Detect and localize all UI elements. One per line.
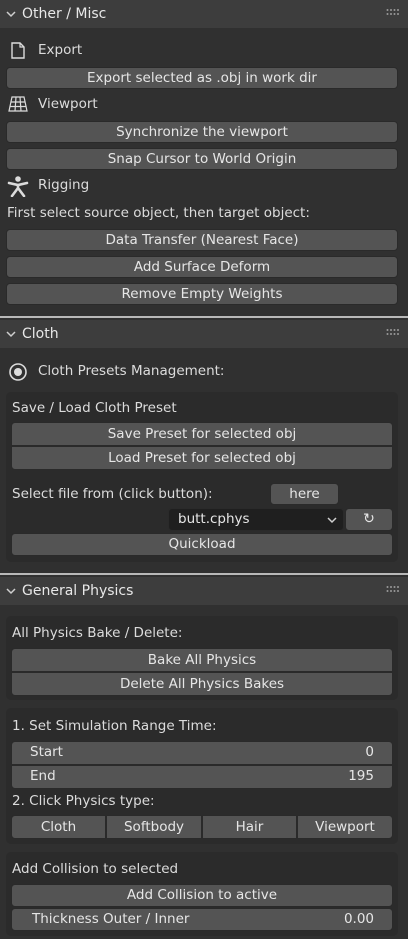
drag-grip-icon[interactable] xyxy=(386,8,400,18)
save-load-label: Save / Load Cloth Preset xyxy=(12,400,177,416)
panel-separator xyxy=(0,316,408,318)
start-value: 0 xyxy=(365,744,374,760)
chevron-down-icon[interactable] xyxy=(6,586,16,596)
radio-icon xyxy=(9,363,27,381)
save-preset-button[interactable]: Save Preset for selected obj xyxy=(11,422,393,446)
thickness-field[interactable]: Thickness Outer / Inner 0.00 xyxy=(11,908,393,931)
chevron-down-icon[interactable] xyxy=(6,9,16,19)
rigging-hint: First select source object, then target … xyxy=(7,205,310,221)
load-preset-button[interactable]: Load Preset for selected obj xyxy=(11,446,393,470)
export-label: Export xyxy=(38,42,83,58)
sync-viewport-button[interactable]: Synchronize the viewport xyxy=(6,121,398,143)
panel-title-cloth: Cloth xyxy=(22,326,59,342)
panel-title-physics: General Physics xyxy=(22,583,134,599)
panel-header-cloth[interactable]: Cloth xyxy=(0,320,408,348)
armature-icon xyxy=(7,176,29,197)
refresh-icon: ↻ xyxy=(363,511,375,527)
start-field[interactable]: Start 0 xyxy=(11,741,393,765)
type-label: 2. Click Physics type: xyxy=(12,793,155,809)
end-value: 195 xyxy=(348,768,374,784)
panel-header-physics[interactable]: General Physics xyxy=(0,577,408,605)
thickness-value: 0.00 xyxy=(343,911,374,927)
drag-grip-icon[interactable] xyxy=(386,328,400,338)
drag-grip-icon[interactable] xyxy=(386,585,400,595)
chevron-down-icon xyxy=(327,517,337,524)
snap-cursor-button[interactable]: Snap Cursor to World Origin xyxy=(6,148,398,170)
refresh-button[interactable]: ↻ xyxy=(345,508,393,531)
bake-all-button[interactable]: Bake All Physics xyxy=(11,648,393,672)
panel-title-misc: Other / Misc xyxy=(22,6,107,22)
document-icon xyxy=(11,42,25,59)
cloth-type-button[interactable]: Cloth xyxy=(11,815,106,839)
start-label: Start xyxy=(30,744,63,760)
viewport-label: Viewport xyxy=(38,96,98,112)
remove-empty-weights-button[interactable]: Remove Empty Weights xyxy=(6,283,398,305)
bake-delete-label: All Physics Bake / Delete: xyxy=(12,625,183,641)
range-label: 1. Set Simulation Range Time: xyxy=(12,718,217,734)
panel-separator xyxy=(0,573,408,575)
delete-bakes-button[interactable]: Delete All Physics Bakes xyxy=(11,672,393,696)
quickload-button[interactable]: Quickload xyxy=(11,533,393,556)
viewport-type-button[interactable]: Viewport xyxy=(297,815,393,839)
chevron-down-icon[interactable] xyxy=(6,329,16,339)
here-button[interactable]: here xyxy=(270,483,339,505)
file-select-value: butt.cphys xyxy=(178,511,250,527)
grid-icon xyxy=(8,96,28,112)
add-surface-deform-button[interactable]: Add Surface Deform xyxy=(6,256,398,278)
cloth-presets-label: Cloth Presets Management: xyxy=(38,363,225,379)
select-file-label: Select file from (click button): xyxy=(12,486,213,502)
thickness-label: Thickness Outer / Inner xyxy=(32,911,190,927)
softbody-type-button[interactable]: Softbody xyxy=(106,815,202,839)
end-label: End xyxy=(30,768,56,784)
hair-type-button[interactable]: Hair xyxy=(202,815,297,839)
file-select-dropdown[interactable]: butt.cphys xyxy=(168,508,344,531)
rigging-label: Rigging xyxy=(38,177,90,193)
collision-label: Add Collision to selected xyxy=(12,861,179,877)
data-transfer-button[interactable]: Data Transfer (Nearest Face) xyxy=(6,229,398,251)
end-field[interactable]: End 195 xyxy=(11,765,393,789)
panel-header-misc[interactable]: Other / Misc xyxy=(0,0,408,28)
add-collision-button[interactable]: Add Collision to active xyxy=(11,884,393,907)
export-obj-button[interactable]: Export selected as .obj in work dir xyxy=(6,67,398,89)
